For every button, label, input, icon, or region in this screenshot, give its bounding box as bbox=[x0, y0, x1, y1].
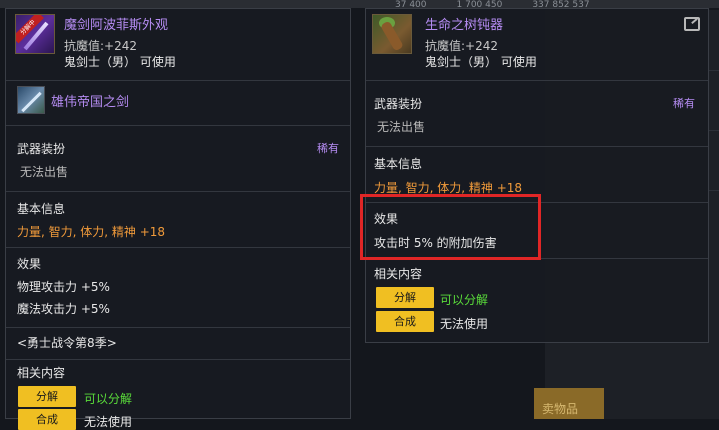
sword-item-icon: 分解中 bbox=[15, 14, 55, 54]
resist-value: 抗魔值:+242 bbox=[64, 39, 138, 53]
related-title: 相关内容 bbox=[17, 366, 66, 380]
item-header bbox=[372, 14, 412, 54]
disassemble-button[interactable]: 分解 bbox=[376, 287, 434, 308]
rarity-label: 稀有 bbox=[317, 142, 339, 155]
season-label: <勇士战令第8季> bbox=[17, 336, 117, 350]
rarity-label: 稀有 bbox=[673, 97, 695, 110]
divider bbox=[6, 125, 350, 126]
basic-info-title: 基本信息 bbox=[17, 202, 66, 216]
category-label: 武器装扮 bbox=[17, 142, 66, 156]
synthesize-button[interactable]: 合成 bbox=[18, 409, 76, 430]
trade-status: 无法出售 bbox=[377, 120, 426, 134]
divider bbox=[6, 327, 350, 328]
item-name: 魔剑阿波菲斯外观 bbox=[64, 18, 169, 33]
effect-title: 效果 bbox=[17, 257, 42, 271]
divider bbox=[6, 247, 350, 248]
sword-small-icon bbox=[17, 86, 45, 114]
tooltip-left: 分解中 魔剑阿波菲斯外观 抗魔值:+242 鬼剑士（男） 可使用 雄伟帝国之剑 … bbox=[5, 8, 351, 430]
effect-line: 魔法攻击力 +5% bbox=[17, 302, 110, 316]
basic-info-stats: 力量, 智力, 体力, 精神 +18 bbox=[17, 225, 166, 239]
class-requirement: 鬼剑士（男） 可使用 bbox=[64, 55, 176, 69]
tree-weapon-icon bbox=[372, 14, 412, 54]
synthesize-status: 无法使用 bbox=[440, 317, 489, 331]
divider bbox=[6, 80, 350, 81]
related-title: 相关内容 bbox=[374, 267, 423, 281]
divider bbox=[6, 359, 350, 360]
resist-value: 抗魔值:+242 bbox=[425, 39, 499, 53]
synthesize-status: 无法使用 bbox=[84, 415, 133, 429]
divider bbox=[366, 80, 708, 81]
sub-item-name: 雄伟帝国之剑 bbox=[51, 95, 130, 110]
disassemble-status: 可以分解 bbox=[440, 293, 489, 307]
divider bbox=[6, 191, 350, 192]
basic-info-title: 基本信息 bbox=[374, 157, 423, 171]
trade-status: 无法出售 bbox=[20, 165, 69, 179]
synthesize-button[interactable]: 合成 bbox=[376, 311, 434, 332]
class-requirement: 鬼剑士（男） 可使用 bbox=[425, 55, 537, 69]
item-header: 分解中 bbox=[15, 14, 55, 54]
effect-highlight-box bbox=[360, 194, 541, 260]
category-label: 武器装扮 bbox=[374, 97, 423, 111]
disassemble-button[interactable]: 分解 bbox=[18, 386, 76, 407]
divider bbox=[366, 146, 708, 147]
share-icon[interactable] bbox=[684, 17, 700, 31]
background-sell-button[interactable]: 卖物品 bbox=[534, 388, 604, 419]
background-top-bar bbox=[0, 0, 719, 8]
disassemble-status: 可以分解 bbox=[84, 392, 133, 406]
effect-line: 物理攻击力 +5% bbox=[17, 280, 110, 294]
item-name: 生命之树钝器 bbox=[425, 18, 504, 33]
tooltip-right: 生命之树钝器 抗魔值:+242 鬼剑士（男） 可使用 武器装扮 稀有 无法出售 … bbox=[365, 8, 709, 343]
